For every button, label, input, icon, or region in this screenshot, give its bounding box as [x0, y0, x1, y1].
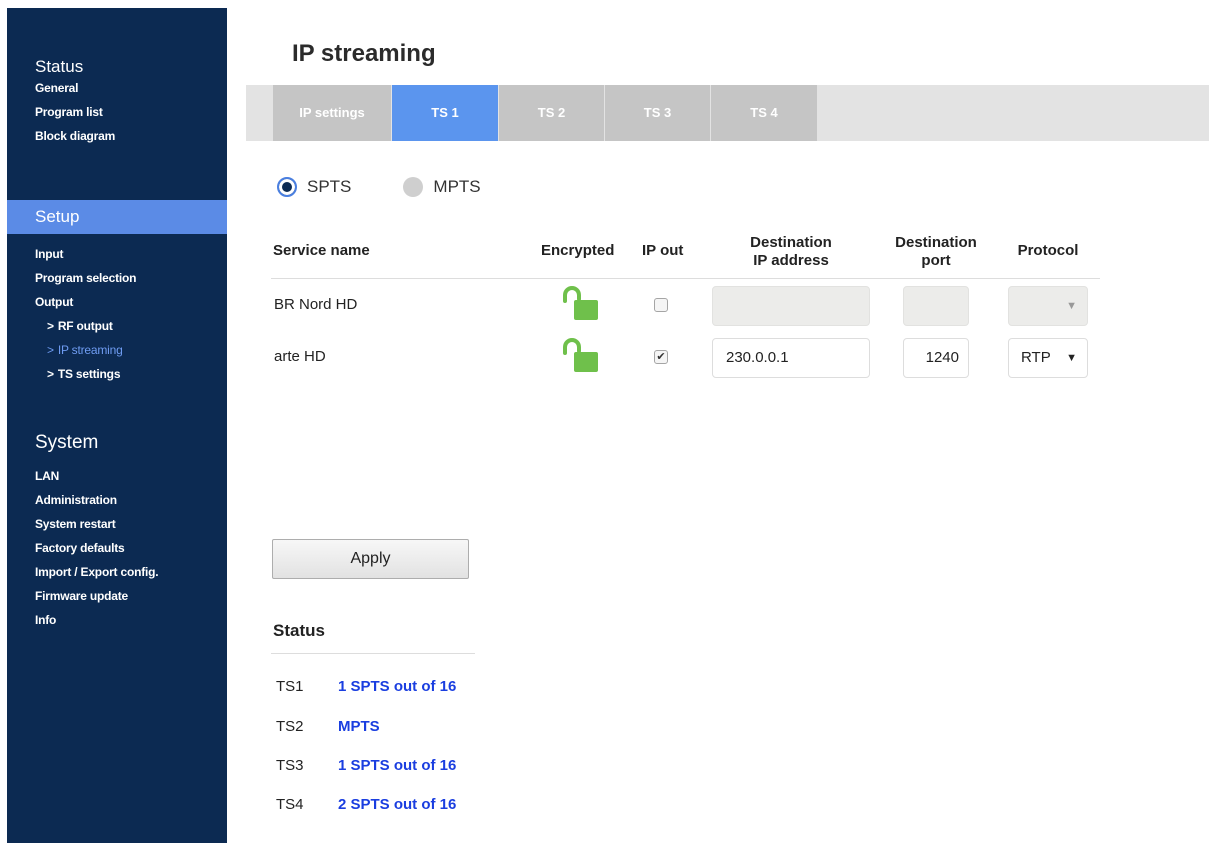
- sidebar-item-administration[interactable]: Administration: [7, 488, 227, 512]
- sidebar-system-section: System LAN Administration System restart…: [7, 426, 227, 632]
- sidebar-subitem-label: RF output: [57, 319, 113, 333]
- tab-ts2[interactable]: TS 2: [499, 85, 604, 141]
- tab-bar: IP settings TS 1 TS 2 TS 3 TS 4: [246, 85, 1209, 141]
- sidebar-subitem-ts-settings[interactable]: > TS settings: [7, 362, 227, 386]
- status-row: TS4 2 SPTS out of 16: [276, 795, 456, 815]
- row2-protocol-select[interactable]: RTP ▼: [1008, 338, 1088, 378]
- sidebar-item-info[interactable]: Info: [7, 608, 227, 632]
- header-destination-ip-line1: Destination: [750, 234, 832, 251]
- sidebar-item-firmware-update[interactable]: Firmware update: [7, 584, 227, 608]
- status-value: 2 SPTS out of 16: [338, 796, 457, 813]
- apply-button[interactable]: Apply: [272, 539, 469, 579]
- header-service-name: Service name: [273, 242, 370, 259]
- header-destination-port-line2: port: [921, 252, 951, 269]
- header-protocol: Protocol: [1017, 242, 1079, 259]
- radio-spts-label: SPTS: [307, 177, 352, 196]
- sidebar-item-program-list[interactable]: Program list: [7, 100, 227, 124]
- sidebar-item-output[interactable]: Output: [7, 290, 227, 314]
- mode-radio-group: SPTS MPTS: [277, 175, 521, 199]
- row1-service-name: BR Nord HD: [274, 296, 358, 313]
- status-divider: [271, 653, 475, 654]
- status-row: TS3 1 SPTS out of 16: [276, 756, 456, 776]
- chevron-down-icon: ▼: [1066, 352, 1077, 364]
- radio-spts[interactable]: [277, 177, 297, 197]
- radio-mpts[interactable]: [403, 177, 424, 197]
- row1-protocol-select[interactable]: ▼: [1008, 286, 1088, 326]
- status-key: TS2: [276, 718, 304, 735]
- tab-ts3[interactable]: TS 3: [605, 85, 710, 141]
- row2-ip-out-checkbox[interactable]: ✔: [654, 350, 668, 364]
- header-ip-out: IP out: [642, 242, 684, 259]
- sidebar-setup-section: Setup Input Program selection Output > RF…: [7, 200, 227, 386]
- sidebar-item-input[interactable]: Input: [7, 242, 227, 266]
- header-destination-port: Destination port: [886, 234, 986, 270]
- status-value: 1 SPTS out of 16: [338, 757, 457, 774]
- header-destination-ip: Destination IP address: [712, 234, 870, 270]
- header-encrypted: Encrypted: [541, 242, 615, 259]
- row2-destination-ip-input[interactable]: 230.0.0.1: [712, 338, 870, 378]
- sidebar-item-system-restart[interactable]: System restart: [7, 512, 227, 536]
- chevron-right-icon: >: [47, 319, 54, 333]
- unlocked-icon: [563, 286, 598, 320]
- sidebar-item-factory-defaults[interactable]: Factory defaults: [7, 536, 227, 560]
- sidebar-item-block-diagram[interactable]: Block diagram: [7, 124, 227, 148]
- status-value: 1 SPTS out of 16: [338, 678, 457, 695]
- header-destination-ip-line2: IP address: [753, 252, 829, 269]
- tab-ts4[interactable]: TS 4: [711, 85, 817, 141]
- radio-mpts-label: MPTS: [433, 177, 481, 196]
- sidebar-subitem-label: IP streaming: [57, 343, 123, 357]
- sidebar: Status General Program list Block diagra…: [7, 8, 227, 843]
- sidebar-heading-system[interactable]: System: [7, 426, 227, 460]
- row2-protocol-value: RTP: [1021, 349, 1051, 366]
- status-key: TS1: [276, 678, 304, 695]
- page-title: IP streaming: [292, 40, 436, 67]
- sidebar-subitem-ip-streaming[interactable]: > IP streaming: [7, 338, 227, 362]
- row2-service-name: arte HD: [274, 348, 326, 365]
- sidebar-item-lan[interactable]: LAN: [7, 464, 227, 488]
- unlocked-icon: [563, 338, 598, 372]
- sidebar-item-program-selection[interactable]: Program selection: [7, 266, 227, 290]
- sidebar-heading-setup[interactable]: Setup: [7, 200, 227, 234]
- status-row: TS1 1 SPTS out of 16: [276, 677, 456, 697]
- sidebar-status-section: Status General Program list Block diagra…: [7, 50, 227, 148]
- row1-ip-out-checkbox[interactable]: [654, 298, 668, 312]
- tab-ts1[interactable]: TS 1: [392, 85, 498, 141]
- sidebar-item-general[interactable]: General: [7, 76, 227, 100]
- status-key: TS3: [276, 757, 304, 774]
- checkmark-icon: ✔: [656, 351, 666, 363]
- status-row: TS2 MPTS: [276, 717, 380, 737]
- row1-destination-ip-input[interactable]: [712, 286, 870, 326]
- sidebar-item-import-export[interactable]: Import / Export config.: [7, 560, 227, 584]
- status-value: MPTS: [338, 718, 380, 735]
- chevron-right-icon: >: [47, 367, 54, 381]
- status-title: Status: [273, 621, 325, 640]
- status-key: TS4: [276, 796, 304, 813]
- tab-ip-settings[interactable]: IP settings: [273, 85, 391, 141]
- header-destination-port-line1: Destination: [895, 234, 977, 251]
- row2-destination-port-input[interactable]: 1240: [903, 338, 969, 378]
- chevron-right-icon: >: [47, 343, 54, 357]
- sidebar-subitem-label: TS settings: [57, 367, 121, 381]
- chevron-down-icon: ▼: [1066, 300, 1077, 312]
- row1-destination-port-input[interactable]: [903, 286, 969, 326]
- table-header-divider: [271, 278, 1100, 279]
- sidebar-subitem-rf-output[interactable]: > RF output: [7, 314, 227, 338]
